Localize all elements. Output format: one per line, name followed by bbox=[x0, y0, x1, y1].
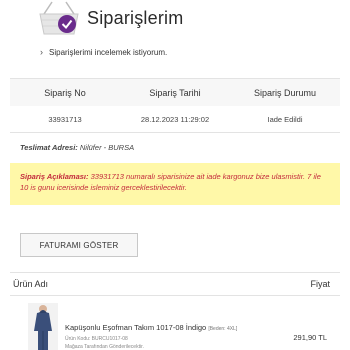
product-code: Ürün Kodu: BURCU1017-08 bbox=[65, 336, 128, 342]
order-notice: Sipariş Açıklaması: 33931713 numaralı si… bbox=[10, 163, 340, 205]
orders-info-link-label: Siparişlerimi incelemek istiyorum. bbox=[49, 47, 168, 57]
orders-info-link[interactable]: › Siparişlerimi incelemek istiyorum. bbox=[40, 47, 167, 57]
product-name[interactable]: Kapüşonlu Eşofman Takım 1017-08 İndigo [… bbox=[65, 323, 237, 332]
product-name-header: Ürün Adı bbox=[13, 279, 49, 289]
product-row: Kapüşonlu Eşofman Takım 1017-08 İndigo [… bbox=[10, 298, 340, 350]
show-invoice-button[interactable]: FATURAMI GÖSTER bbox=[20, 233, 138, 257]
product-price: 291,90 TL bbox=[293, 333, 327, 342]
product-name-text: Kapüşonlu Eşofman Takım 1017-08 İndigo bbox=[65, 323, 207, 332]
order-table-row: 33931713 28.12.2023 11:29:02 Iade Edildi bbox=[10, 106, 340, 133]
shipping-address-value: Nilüfer - BURSA bbox=[79, 143, 135, 152]
order-date-header: Sipariş Tarihi bbox=[149, 87, 201, 98]
order-summary-table: Sipariş No Sipariş Tarihi Sipariş Durumu… bbox=[10, 78, 340, 133]
page-header: Siparişlerim bbox=[0, 0, 350, 36]
product-size: [Beden: 4XL] bbox=[208, 326, 238, 332]
order-number-value: 33931713 bbox=[48, 115, 82, 124]
page-title: Siparişlerim bbox=[87, 8, 184, 28]
order-date-value: 28.12.2023 11:29:02 bbox=[140, 115, 210, 124]
order-status-header: Sipariş Durumu bbox=[253, 87, 317, 98]
shipping-address: Teslimat Adresi: Nilüfer - BURSA bbox=[20, 143, 134, 152]
products-table-header: Ürün Adı Fiyat bbox=[10, 272, 340, 296]
chevron-right-icon: › bbox=[40, 47, 43, 57]
product-price-header: Fiyat bbox=[310, 279, 330, 289]
product-seller-note: Mağaza Tarafından Gönderilecektir. bbox=[65, 344, 144, 350]
order-number-header: Sipariş No bbox=[44, 87, 86, 98]
order-table-header: Sipariş No Sipariş Tarihi Sipariş Durumu bbox=[10, 79, 340, 106]
shopping-basket-check-icon bbox=[39, 1, 79, 35]
order-status-value: Iade Edildi bbox=[267, 115, 303, 124]
shipping-address-label: Teslimat Adresi: bbox=[20, 143, 78, 152]
order-notice-label: Sipariş Açıklaması: bbox=[20, 172, 89, 181]
product-image[interactable] bbox=[28, 303, 58, 350]
